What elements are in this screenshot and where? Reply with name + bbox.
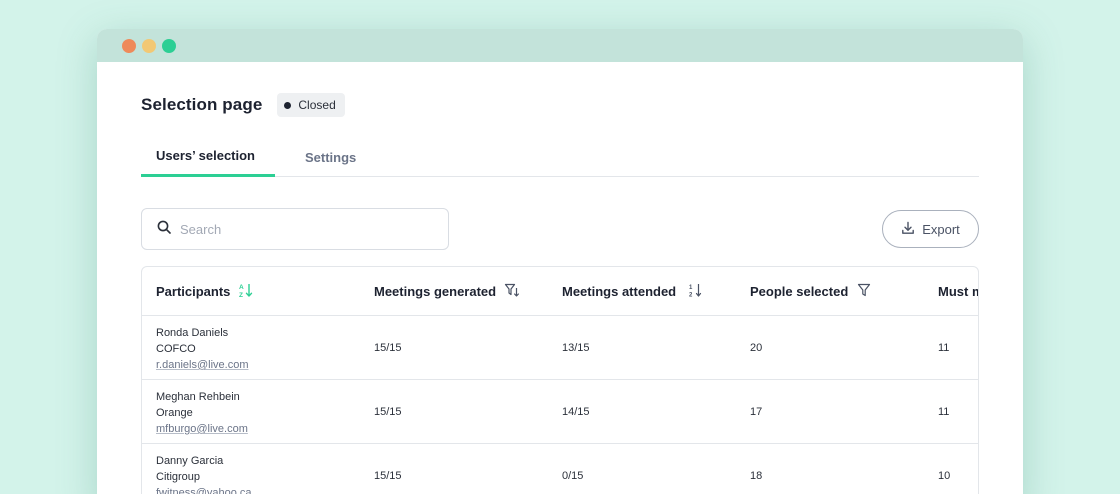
- column-header-label: People selected: [750, 284, 849, 299]
- column-header-participants[interactable]: Participants A Z: [156, 267, 254, 316]
- sort-numeric-icon[interactable]: 1 2: [688, 282, 704, 301]
- filter-sort-icon[interactable]: [504, 282, 520, 301]
- participant-name: Meghan Rehbein: [156, 391, 240, 403]
- sort-alpha-icon[interactable]: A Z: [238, 282, 254, 301]
- meetings-attended-cell: 14/15: [562, 406, 590, 418]
- table-header: Participants A Z Meetings generated Meet…: [142, 267, 978, 316]
- tab-settings[interactable]: Settings: [275, 137, 356, 177]
- participant-company: Citigroup: [156, 471, 201, 483]
- search-input[interactable]: [180, 221, 420, 237]
- export-label: Export: [922, 221, 960, 237]
- tab-bar: Users’ selection Settings: [141, 137, 979, 177]
- maximize-window-button[interactable]: [162, 38, 176, 53]
- svg-text:2: 2: [689, 293, 693, 299]
- meetings-generated-cell: 15/15: [374, 342, 402, 354]
- minimize-window-button[interactable]: [142, 38, 156, 53]
- svg-text:1: 1: [689, 285, 693, 291]
- status-badge: Closed: [277, 93, 345, 117]
- table-row[interactable]: Meghan Rehbein Orange mfburgo@live.com 1…: [142, 380, 978, 444]
- participant-email-link[interactable]: r.daniels@live.com: [156, 357, 248, 373]
- column-header-label: Participants: [156, 284, 231, 299]
- column-header-people-selected[interactable]: People selected: [750, 267, 872, 316]
- svg-text:Z: Z: [239, 292, 243, 298]
- must-meet-cell: 11: [938, 342, 950, 354]
- download-icon: [901, 221, 915, 238]
- column-header-meetings-generated[interactable]: Meetings generated: [374, 267, 520, 316]
- window-titlebar: [97, 29, 1023, 62]
- app-window: Selection page Closed Users’ selection S…: [97, 29, 1023, 494]
- participants-table: Participants A Z Meetings generated Meet…: [141, 266, 979, 494]
- page-title: Selection page: [141, 95, 263, 114]
- main-content: Selection page Closed Users’ selection S…: [97, 90, 1023, 494]
- column-header-label: Must m: [938, 284, 979, 299]
- people-selected-cell: 17: [750, 406, 763, 418]
- column-header-label: Meetings generated: [374, 284, 497, 299]
- toolbar: Export: [141, 208, 979, 250]
- status-dot-icon: [284, 101, 292, 109]
- export-button[interactable]: Export: [882, 210, 979, 248]
- participant-email-link[interactable]: mfburgo@live.com: [156, 421, 248, 437]
- table-row[interactable]: Danny Garcia Citigroup fwitness@yahoo.ca…: [142, 444, 978, 494]
- participant-company: COFCO: [156, 343, 196, 355]
- column-header-label: Meetings attended: [562, 284, 677, 299]
- must-meet-cell: 11: [938, 406, 950, 418]
- participant-email-link[interactable]: fwitness@yahoo.ca: [156, 485, 252, 494]
- participant-cell: Danny Garcia Citigroup fwitness@yahoo.ca: [156, 453, 252, 494]
- column-header-meetings-attended[interactable]: Meetings attended 1 2: [562, 267, 704, 316]
- meetings-attended-cell: 0/15: [562, 470, 584, 482]
- must-meet-cell: 10: [938, 470, 951, 482]
- participant-cell: Ronda Daniels COFCO r.daniels@live.com: [156, 325, 248, 373]
- page-header: Selection page Closed: [141, 90, 979, 120]
- meetings-generated-cell: 15/15: [374, 470, 402, 482]
- status-label: Closed: [298, 98, 336, 112]
- filter-icon[interactable]: [856, 282, 872, 301]
- participant-name: Ronda Daniels: [156, 327, 229, 339]
- column-header-must-meet[interactable]: Must m: [938, 267, 979, 316]
- people-selected-cell: 18: [750, 470, 763, 482]
- participant-company: Orange: [156, 407, 193, 419]
- table-row[interactable]: Ronda Daniels COFCO r.daniels@live.com 1…: [142, 316, 978, 380]
- search-box[interactable]: [141, 208, 449, 250]
- svg-text:A: A: [239, 284, 244, 291]
- meetings-generated-cell: 15/15: [374, 406, 402, 418]
- participant-name: Danny Garcia: [156, 455, 224, 467]
- close-window-button[interactable]: [122, 38, 136, 53]
- meetings-attended-cell: 13/15: [562, 342, 590, 354]
- people-selected-cell: 20: [750, 342, 763, 354]
- participant-cell: Meghan Rehbein Orange mfburgo@live.com: [156, 389, 248, 437]
- tab-users-selection[interactable]: Users’ selection: [141, 137, 275, 177]
- search-icon: [157, 220, 171, 239]
